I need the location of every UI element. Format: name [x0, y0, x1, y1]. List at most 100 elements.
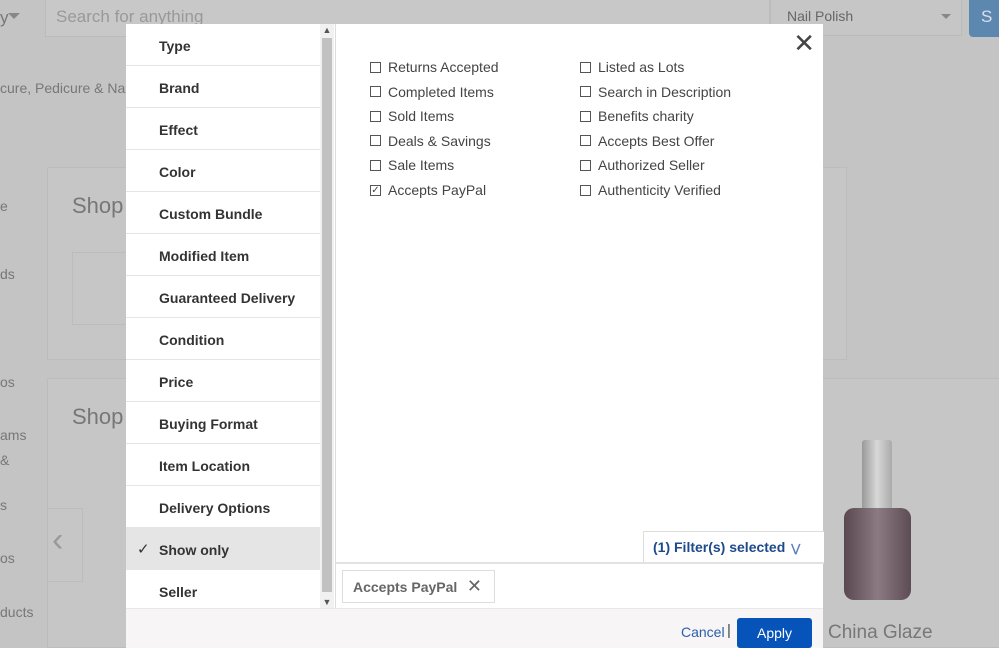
option-label: Accepts PayPal: [388, 182, 487, 198]
check-icon: ✓: [137, 541, 150, 558]
option-label: Sale Items: [388, 157, 455, 174]
option-checkbox[interactable]: Authenticity Verified: [580, 182, 721, 198]
option-label: Search in Description: [598, 83, 732, 100]
filters-selected-label: (1) Filter(s) selected: [653, 539, 786, 555]
selected-filters-row: Accepts PayPal ✕: [336, 562, 824, 608]
nav-item-label: Item Location: [159, 458, 251, 474]
option-checkbox[interactable]: Returns Accepted: [370, 59, 499, 75]
caret-icon[interactable]: [8, 13, 20, 25]
option-label: Authorized Seller: [598, 157, 705, 174]
nav-item-label: Delivery Options: [159, 500, 271, 516]
cancel-button[interactable]: Cancel: [681, 624, 725, 640]
nav-item[interactable]: Brand: [126, 66, 320, 108]
sidebar-category-link[interactable]: os: [0, 374, 15, 390]
checkbox-icon[interactable]: [370, 110, 381, 122]
remove-filter-icon[interactable]: ✕: [467, 576, 482, 597]
checkbox-icon[interactable]: [580, 184, 591, 196]
nav-item[interactable]: Color: [126, 150, 320, 192]
filter-nav: Type Brand Effect Color Custom Bundle Modifie…: [126, 24, 320, 608]
category-select-value: Nail Polish: [787, 8, 854, 24]
nav-item[interactable]: Delivery Options: [126, 486, 320, 528]
nav-item[interactable]: Type: [126, 24, 320, 66]
option-label: Returns Accepted: [388, 59, 499, 75]
option-label: Accepts Best Offer: [598, 132, 715, 149]
category-fragment: y: [0, 8, 9, 27]
nav-item[interactable]: Effect: [126, 108, 320, 150]
option-checkbox[interactable]: Search in Description: [580, 84, 731, 100]
nav-item[interactable]: Item Location: [126, 444, 320, 486]
option-checkbox[interactable]: Sold Items: [370, 108, 454, 124]
checkbox-checked-icon[interactable]: ✓: [370, 184, 381, 196]
nav-item[interactable]: Guaranteed Delivery: [126, 276, 320, 318]
sidebar-category-link[interactable]: &: [0, 452, 9, 468]
filter-chip-label: Accepts PayPal: [353, 579, 458, 595]
divider: |: [727, 622, 731, 639]
nav-item-label: Condition: [159, 332, 225, 348]
scroll-up-icon[interactable]: ▲: [320, 25, 334, 35]
nav-scrollbar[interactable]: ▲ ▼: [320, 24, 334, 608]
nav-item-label: Guaranteed Delivery: [159, 290, 296, 306]
sidebar-category-link[interactable]: os: [0, 550, 15, 566]
nav-item[interactable]: ✓ Show only: [126, 528, 320, 570]
option-label: Sold Items: [388, 108, 455, 125]
nav-item-label: Price: [159, 374, 194, 390]
checkbox-icon[interactable]: [370, 159, 381, 171]
sidebar-category-link[interactable]: e: [0, 198, 8, 214]
nav-item-label: Custom Bundle: [159, 206, 263, 222]
shop-heading: Shop: [72, 193, 124, 218]
option-label: Deals & Savings: [388, 132, 491, 149]
nail-polish-image[interactable]: [840, 440, 915, 602]
nav-item-label: Type: [159, 38, 191, 54]
scroll-down-icon[interactable]: ▼: [320, 597, 334, 607]
checkbox-icon[interactable]: [580, 135, 591, 147]
option-checkbox[interactable]: Deals & Savings: [370, 133, 491, 149]
nav-item-label: Modified Item: [159, 248, 250, 264]
option-checkbox[interactable]: ✓ Accepts PayPal: [370, 182, 486, 198]
option-checkbox[interactable]: Sale Items: [370, 157, 454, 173]
option-checkbox[interactable]: Benefits charity: [580, 108, 694, 124]
chevron-down-icon: [941, 14, 951, 24]
filter-modal: Type Brand Effect Color Custom Bundle Modifie…: [126, 24, 824, 648]
checkbox-icon[interactable]: [580, 61, 591, 73]
option-label: Benefits charity: [598, 108, 694, 125]
checkbox-icon[interactable]: [580, 86, 591, 98]
checkbox-icon[interactable]: [580, 159, 591, 171]
option-label: Listed as Lots: [598, 59, 685, 75]
scrollbar-thumb[interactable]: [322, 38, 332, 592]
double-chevron-down-icon: ⋁: [791, 543, 801, 555]
search-button[interactable]: S: [969, 0, 999, 37]
nav-item[interactable]: Seller: [126, 570, 320, 608]
option-checkbox[interactable]: Completed Items: [370, 84, 494, 100]
checkbox-icon[interactable]: [370, 86, 381, 98]
modal-footer: Cancel | Apply: [126, 608, 823, 648]
nav-item-label: Seller: [159, 584, 198, 600]
sidebar-category-link[interactable]: ducts: [0, 604, 33, 620]
filter-chip: Accepts PayPal ✕: [342, 570, 495, 603]
apply-button[interactable]: Apply: [737, 618, 812, 648]
nav-item-label: Buying Format: [159, 416, 258, 432]
nav-item[interactable]: Buying Format: [126, 402, 320, 444]
option-checkbox[interactable]: Authorized Seller: [580, 157, 705, 173]
sidebar-category-link[interactable]: ds: [0, 266, 15, 282]
shop-heading: Shop: [72, 404, 124, 429]
nav-item-label: Show only: [159, 542, 229, 558]
carousel-prev-button[interactable]: ‹: [47, 508, 83, 582]
checkbox-icon[interactable]: [370, 61, 381, 73]
option-checkbox[interactable]: Accepts Best Offer: [580, 133, 714, 149]
nav-item-label: Color: [159, 164, 196, 180]
nav-item[interactable]: Custom Bundle: [126, 192, 320, 234]
option-label: Completed Items: [388, 83, 494, 100]
product-title[interactable]: China Glaze: [828, 622, 933, 644]
sidebar-category-link[interactable]: ams: [0, 427, 26, 443]
nav-item[interactable]: Condition: [126, 318, 320, 360]
nav-item[interactable]: Modified Item: [126, 234, 320, 276]
option-label: Authenticity Verified: [598, 182, 721, 198]
sidebar-category-link[interactable]: s: [0, 497, 7, 513]
close-icon[interactable]: ✕: [793, 30, 815, 56]
filters-selected-toggle[interactable]: (1) Filter(s) selected ⋁: [643, 531, 824, 564]
checkbox-icon[interactable]: [580, 110, 591, 122]
breadcrumb[interactable]: cure, Pedicure & Nail C: [0, 80, 146, 96]
nav-item[interactable]: Price: [126, 360, 320, 402]
option-checkbox[interactable]: Listed as Lots: [580, 59, 684, 75]
checkbox-icon[interactable]: [370, 135, 381, 147]
